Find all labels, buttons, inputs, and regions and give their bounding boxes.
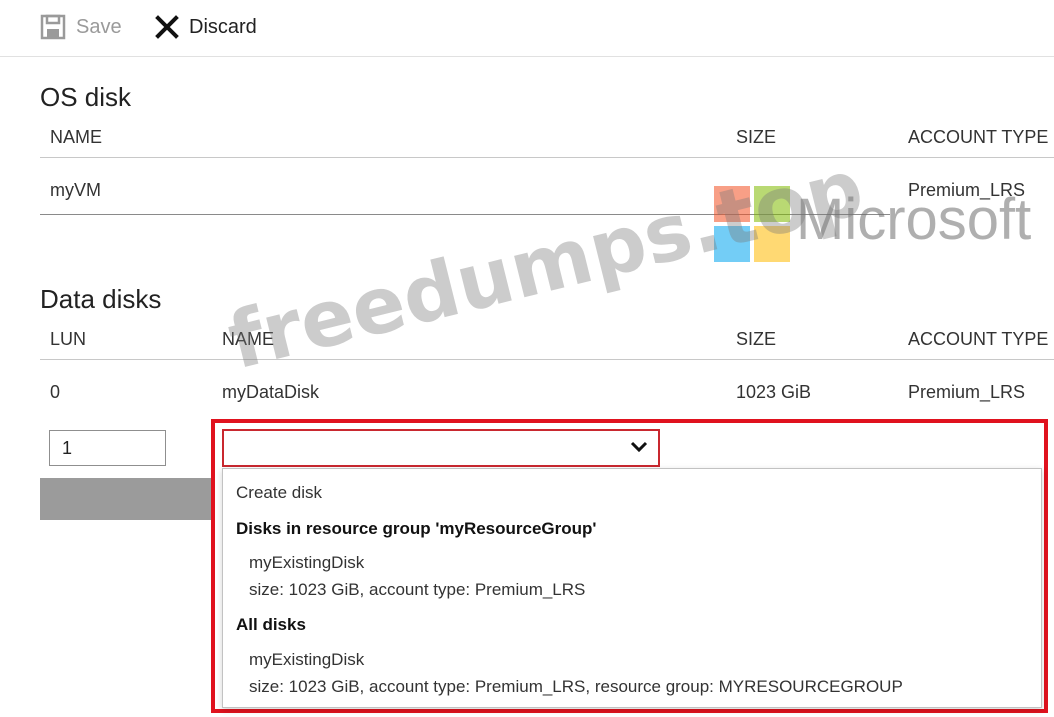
close-icon [155, 15, 179, 39]
data-disks-title: Data disks [40, 284, 162, 314]
disk-dropdown-list: Create disk Disks in resource group 'myR… [222, 468, 1042, 708]
command-bar: Save Discard [0, 0, 1054, 57]
discard-label: Discard [189, 15, 257, 38]
microsoft-watermark-text: Microsoft [796, 187, 1032, 252]
dd-row-account-type: Premium_LRS [908, 382, 1026, 402]
os-col-name: NAME [50, 127, 103, 147]
os-col-size: SIZE [736, 127, 777, 147]
disk-option-name: myExistingDisk [249, 553, 365, 572]
dd-row-lun: 0 [50, 382, 61, 402]
save-icon [40, 14, 66, 40]
os-disk-title: OS disk [40, 82, 132, 112]
dd-row-name: myDataDisk [222, 382, 320, 402]
dd-row-size: 1023 GiB [736, 382, 812, 402]
row-action-bar[interactable] [40, 478, 215, 520]
os-header-divider [40, 157, 1054, 158]
microsoft-logo [714, 186, 792, 264]
chevron-down-icon [630, 441, 648, 453]
disk-name-select[interactable] [222, 429, 660, 467]
dd-col-lun: LUN [50, 329, 87, 349]
group-resource-group: Disks in resource group 'myResourceGroup… [236, 519, 597, 538]
group-all-disks: All disks [236, 615, 306, 634]
disk-option-name: myExistingDisk [249, 650, 365, 669]
create-disk-option[interactable]: Create disk [236, 483, 322, 503]
dd-col-name: NAME [222, 329, 275, 349]
disk-option-detail: size: 1023 GiB, account type: Premium_LR… [249, 677, 903, 696]
site-watermark: freedumps.top [220, 142, 872, 388]
discard-button[interactable]: Discard [155, 12, 257, 42]
save-button[interactable]: Save [40, 12, 122, 42]
os-col-account-type: ACCOUNT TYPE [908, 127, 1049, 147]
os-row-name: myVM [50, 180, 101, 200]
dd-header-divider [40, 359, 1054, 360]
disk-option-detail: size: 1023 GiB, account type: Premium_LR… [249, 580, 586, 599]
save-label: Save [76, 15, 122, 38]
lun-input[interactable]: 1 [49, 430, 166, 466]
dd-col-account-type: ACCOUNT TYPE [908, 329, 1049, 349]
dd-col-size: SIZE [736, 329, 777, 349]
